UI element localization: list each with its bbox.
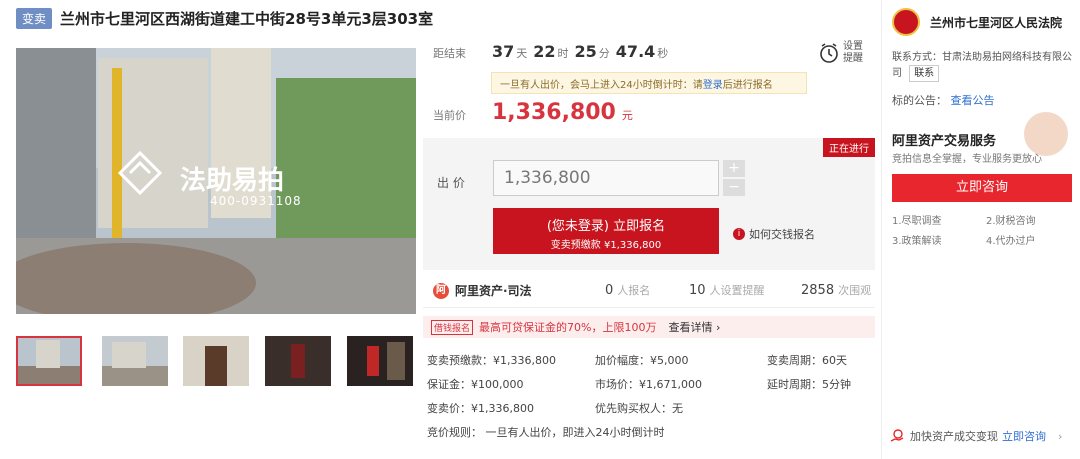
countdown-hours: 22 [533,42,556,61]
announcement-row: 标的公告： 查看公告 [892,92,995,108]
status-badge: 正在进行 [823,138,875,157]
thumbnail-3[interactable] [183,336,249,386]
decrease-bid-button[interactable]: − [723,179,745,196]
notice-text-post: 后进行报名 [722,79,773,91]
detail-market-price: 市场价：¥1,671,000 [595,378,702,391]
countdown-days: 37 [492,42,515,61]
signup-count: 0 [605,283,614,298]
how-to-pay-link[interactable]: i 如何交钱报名 [733,226,815,242]
court-sidebar: 兰州市七里河区人民法院 联系方式：甘肃法助易拍网络科技有限公司 联系 标的公告：… [881,0,1080,459]
loan-promo-banner: 借钱报名 最高可贷保证金的70%，上限100万 查看详情 › [423,316,875,338]
info-icon: i [733,228,745,240]
countdown-timer: 距结束 37 天 22 时 25 分 47.4 秒 [433,42,672,61]
countdown-minutes: 25 [574,42,597,61]
detail-rules: 竞价规则： 一旦有人出价，即进入24小时倒计时 [427,426,665,439]
title-row: 变卖 兰州市七里河区西湖街道建工中街28号3单元3层303室 [0,0,880,36]
signup-stat: 0 人报名 [605,282,650,298]
sale-type-tag: 变卖 [16,7,53,29]
notice-login-link[interactable]: 登录 [703,76,723,91]
sidebar-footer[interactable]: 加快资产成交变现 立即咨询 › [890,428,1062,444]
detail-deposit: 变卖预缴款：¥1,336,800 [427,354,556,367]
watermark-brand: 法助易拍 [180,166,285,196]
countdown-seconds-unit: 秒 [657,47,669,60]
current-price-row: 当前价 1,336,800 元 [433,100,633,125]
court-name: 兰州市七里河区人民法院 [930,15,1063,30]
alarm-clock-icon [820,43,838,63]
reminder-count-label: 人设置提醒 [709,284,765,297]
chevron-right-icon: › [1058,429,1063,443]
bid-notice: 一旦有人出价，会马上进入24小时倒计时：请 登录 后进行报名 [491,72,807,94]
detail-priority-value: ：无 [661,402,683,415]
auction-panel: 距结束 37 天 22 时 25 分 47.4 秒 设置 提醒 一旦有人出价，会… [423,32,875,459]
detail-period: 变卖周期：60天 [767,354,847,367]
reminder-count: 10 [689,283,706,298]
detail-sale-price: 变卖价：¥1,336,800 [427,402,534,415]
current-price-label: 当前价 [433,109,466,122]
service-item[interactable]: 2.财税咨询 [986,212,1036,227]
promo-details-link[interactable]: 查看详情 › [668,319,720,335]
notice-text-pre: 一旦有人出价，会马上进入24小时倒计时：请 [500,79,703,91]
current-price-unit: 元 [621,109,633,122]
how-to-pay-label: 如何交钱报名 [749,228,815,241]
signup-button[interactable]: (您未登录) 立即报名 变卖预缴款 ¥1,336,800 [493,208,719,254]
reminder-stat: 10 人设置提醒 [689,282,765,298]
auction-status: 距结束 37 天 22 时 25 分 47.4 秒 设置 提醒 一旦有人出价，会… [423,32,875,138]
hand-coin-icon [890,429,904,442]
ali-asset-logo-icon: 阿 [433,282,449,299]
promo-text: 最高可贷保证金的70%，上限100万 [479,321,657,334]
current-price-value: 1,336,800 [492,100,616,125]
detail-delay: 延时周期：5分钟 [767,378,851,391]
service-item[interactable]: 4.代办过户 [986,232,1036,247]
thumbnail-strip [16,336,416,386]
signup-button-label: (您未登录) 立即报名 [546,219,666,234]
countdown-seconds: 47.4 [615,42,656,61]
countdown-label: 距结束 [433,47,466,60]
contact-button[interactable]: 联系 [909,65,940,82]
view-announcement-link[interactable]: 查看公告 [951,94,995,107]
thumbnail-1[interactable] [16,336,82,386]
announcement-label: 标的公告： [892,94,947,107]
service-ad: 阿里资产交易服务 竞拍信息全掌握，专业服务更放心 [892,112,1072,170]
countdown-days-unit: 天 [516,47,528,60]
countdown-minutes-unit: 分 [598,47,610,60]
footer-text: 加快资产成交变现 [910,430,998,443]
increase-bid-button[interactable]: + [723,160,745,177]
footer-consult-link[interactable]: 立即咨询 [1002,428,1046,444]
reminder-label-1: 设置 [843,41,863,52]
service-item[interactable]: 1.尽职调查 [892,212,942,227]
service-ad-title: 阿里资产交易服务 [892,134,997,149]
platform-brand: 阿 阿里资产·司法 [433,282,532,299]
countdown-hours-unit: 时 [557,47,569,60]
view-count-label: 次围观 [838,284,872,297]
service-ad-subtitle: 竞拍信息全掌握，专业服务更放心 [892,154,1042,165]
platform-stats: 阿 阿里资产·司法 0 人报名 10 人设置提醒 2858 次围观 [423,272,875,308]
detail-priority: 优先购买权人：无 [595,400,683,416]
service-item[interactable]: 3.政策解读 [892,232,942,247]
main-property-image[interactable]: 法助易拍 400-0931108 [16,48,416,314]
thumbnail-2[interactable] [102,336,168,386]
consult-button[interactable]: 立即咨询 [892,174,1072,202]
thumbnail-4[interactable] [265,336,331,386]
view-count: 2858 [801,283,835,298]
bid-amount-input[interactable]: 1,336,800 [493,160,719,196]
page-title: 兰州市七里河区西湖街道建工中街28号3单元3层303室 [60,9,434,28]
promo-tag: 借钱报名 [431,319,474,335]
detail-increment: 加价幅度：¥5,000 [595,354,689,367]
court-header: 兰州市七里河区人民法院 [892,8,1062,36]
bid-label: 出 价 [437,176,465,190]
set-reminder-button[interactable]: 设置 提醒 [819,36,875,70]
signup-deposit-label: 变卖预缴款 ¥1,336,800 [550,240,662,251]
bid-area: 正在进行 出 价 1,336,800 + − (您未登录) 立即报名 变卖预缴款… [423,138,875,270]
reminder-label-2: 提醒 [843,53,863,64]
court-contact: 联系方式：甘肃法助易拍网络科技有限公司 联系 [892,50,1076,82]
service-agent-avatar [1024,112,1068,156]
platform-name: 阿里资产·司法 [455,284,532,298]
court-emblem-icon [892,8,920,36]
signup-count-label: 人报名 [617,284,651,297]
view-stat: 2858 次围观 [801,282,871,298]
detail-guarantee: 保证金：¥100,000 [427,378,524,391]
thumbnail-5[interactable] [347,336,413,386]
watermark-phone: 400-0931108 [210,194,302,208]
detail-priority-label: 优先购买权人 [595,402,661,415]
